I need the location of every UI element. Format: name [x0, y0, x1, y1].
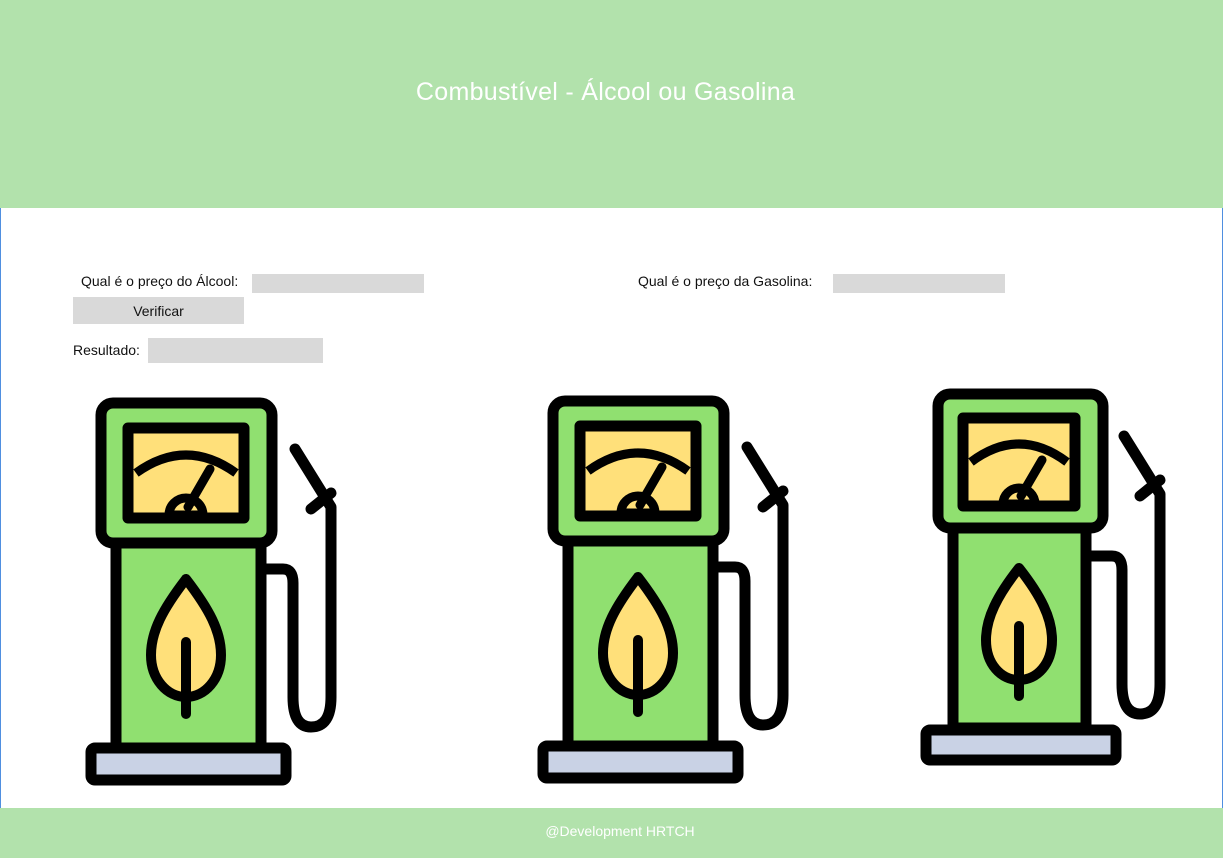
- verify-button[interactable]: Verificar: [73, 297, 244, 324]
- page-title: Combustível - Álcool ou Gasolina: [415, 78, 796, 106]
- footer: @Development HRTCH: [0, 808, 1223, 858]
- result-label: Resultado:: [73, 342, 140, 358]
- result-field: [148, 338, 323, 363]
- alcool-price-input[interactable]: [252, 274, 424, 293]
- alcool-price-label: Qual é o preço do Álcool:: [81, 273, 239, 289]
- gasolina-price-label: Qual é o preço da Gasolina:: [638, 273, 813, 289]
- header: Combustível - Álcool ou Gasolina: [0, 0, 1223, 208]
- fuel-pump-icon: [920, 388, 1166, 766]
- fuel-pump-icon: [85, 397, 337, 786]
- fuel-pump-icon: [537, 395, 789, 784]
- footer-credit: @Development HRTCH: [545, 823, 695, 839]
- gasolina-price-input[interactable]: [833, 274, 1005, 293]
